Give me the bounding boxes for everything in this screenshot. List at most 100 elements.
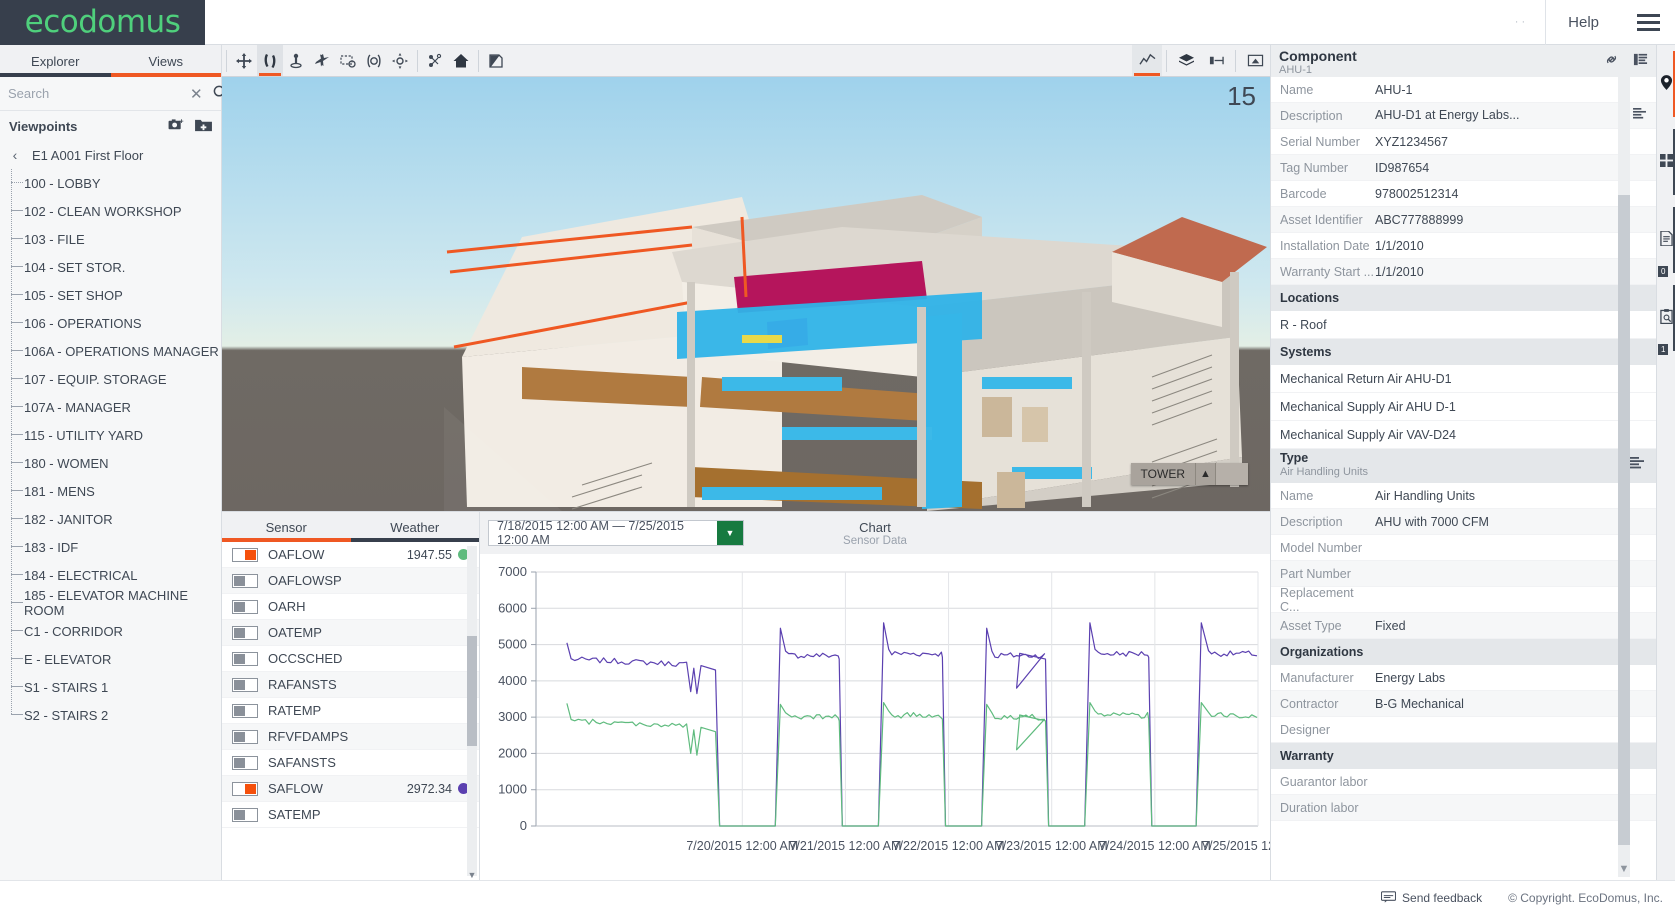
sensor-row[interactable]: RATEMP bbox=[222, 698, 479, 724]
sidebar-item-102-clean-workshop[interactable]: 102 - CLEAN WORKSHOP bbox=[0, 197, 221, 225]
related-item-link[interactable]: Mechanical Return Air AHU-D1 bbox=[1271, 365, 1656, 393]
sensor-toggle[interactable] bbox=[232, 782, 258, 796]
tab-sensor[interactable]: Sensor bbox=[222, 512, 351, 542]
property-row[interactable]: Warranty Start ...1/1/2010 bbox=[1271, 259, 1656, 285]
date-range-picker[interactable]: 7/18/2015 12:00 AM — 7/25/2015 12:00 AM … bbox=[488, 520, 744, 546]
property-row[interactable]: Replacement C... bbox=[1271, 587, 1656, 613]
sensor-toggle[interactable] bbox=[232, 678, 258, 692]
close-icon[interactable]: ✕ bbox=[184, 85, 209, 103]
sensor-toggle[interactable] bbox=[232, 600, 258, 614]
rail-item-apps[interactable] bbox=[1657, 123, 1675, 201]
sensor-row[interactable]: OAFLOW1947.55 bbox=[222, 542, 479, 568]
sensor-list[interactable]: OAFLOW1947.55OAFLOWSPOARHOATEMPOCCSCHED R… bbox=[222, 542, 479, 881]
sensor-toggle[interactable] bbox=[232, 808, 258, 822]
camera-add-icon[interactable]: + bbox=[168, 118, 185, 135]
sidebar-item-s2-stairs-2[interactable]: S2 - STAIRS 2 bbox=[0, 701, 221, 729]
level-control[interactable]: TOWER ▲ bbox=[1131, 463, 1248, 485]
sidebar-item-180-women[interactable]: 180 - WOMEN bbox=[0, 449, 221, 477]
property-row[interactable]: Barcode978002512314 bbox=[1271, 181, 1656, 207]
list-detail-icon[interactable] bbox=[1633, 52, 1648, 70]
property-row[interactable]: DescriptionAHU-D1 at Energy Labs... bbox=[1271, 103, 1656, 129]
collapse-panel-icon[interactable] bbox=[1201, 45, 1231, 76]
viewpoint-root-row[interactable]: ‹ E1 A001 First Floor bbox=[0, 141, 221, 169]
component-scrollbar[interactable] bbox=[1618, 77, 1630, 877]
chevron-left-icon[interactable]: ‹ bbox=[6, 147, 24, 163]
walk-icon[interactable] bbox=[283, 45, 309, 76]
sensor-row[interactable]: SAFLOW2972.34 bbox=[222, 776, 479, 802]
fly-icon[interactable] bbox=[309, 45, 335, 76]
sensor-toggle[interactable] bbox=[232, 548, 258, 562]
sensor-toggle[interactable] bbox=[232, 704, 258, 718]
sensor-row[interactable]: OATEMP bbox=[222, 620, 479, 646]
property-row[interactable]: Guarantor labor bbox=[1271, 769, 1656, 795]
component-scroll-thumb[interactable] bbox=[1618, 195, 1630, 845]
sidebar-item-100-lobby[interactable]: 100 - LOBBY bbox=[0, 169, 221, 197]
sidebar-item-183-idf[interactable]: 183 - IDF bbox=[0, 533, 221, 561]
property-row[interactable]: Tag NumberID987654 bbox=[1271, 155, 1656, 181]
sensor-scroll-thumb[interactable] bbox=[467, 636, 477, 746]
property-row[interactable]: Designer bbox=[1271, 717, 1656, 743]
chart-plot-area[interactable]: 010002000300040005000600070007/20/2015 1… bbox=[480, 554, 1270, 881]
rail-item-issues[interactable]: 1 bbox=[1657, 279, 1675, 357]
section-icon[interactable] bbox=[422, 45, 448, 76]
cut-plane-icon[interactable] bbox=[483, 45, 509, 76]
sensor-row[interactable]: OARH bbox=[222, 594, 479, 620]
sidebar-item-106-operations[interactable]: 106 - OPERATIONS bbox=[0, 309, 221, 337]
property-row[interactable]: ContractorB-G Mechanical bbox=[1271, 691, 1656, 717]
property-row[interactable]: NameAHU-1 bbox=[1271, 77, 1656, 103]
send-feedback-link[interactable]: Send feedback bbox=[1381, 891, 1482, 906]
sidebar-item-184-electrical[interactable]: 184 - ELECTRICAL bbox=[0, 561, 221, 589]
sidebar-item-182-janitor[interactable]: 182 - JANITOR bbox=[0, 505, 221, 533]
sensor-toggle[interactable] bbox=[232, 626, 258, 640]
related-item-link[interactable]: Mechanical Supply Air VAV-D24 bbox=[1271, 421, 1656, 449]
level-control-extra[interactable] bbox=[1216, 463, 1248, 485]
chevron-down-icon[interactable]: ▼ bbox=[1618, 863, 1630, 875]
chevron-down-icon[interactable]: ▼ bbox=[717, 521, 743, 545]
link-icon[interactable] bbox=[1604, 52, 1619, 70]
sensor-row[interactable]: SAFANSTS bbox=[222, 750, 479, 776]
sensor-row[interactable]: OCCSCHED bbox=[222, 646, 479, 672]
zoom-icon[interactable] bbox=[361, 45, 387, 76]
sensor-row[interactable]: SATEMP bbox=[222, 802, 479, 828]
fullscreen-icon[interactable] bbox=[1240, 45, 1270, 76]
app-logo[interactable]: ecodomus bbox=[0, 0, 205, 45]
search-input[interactable] bbox=[8, 86, 184, 101]
rail-item-location[interactable] bbox=[1657, 45, 1675, 123]
property-row[interactable]: Asset IdentifierABC777888999 bbox=[1271, 207, 1656, 233]
rail-item-documents[interactable]: 0 bbox=[1657, 201, 1675, 279]
zoom-window-icon[interactable] bbox=[335, 45, 361, 76]
related-item-link[interactable]: R - Roof bbox=[1271, 311, 1656, 339]
sidebar-item-106a-operations-manager[interactable]: 106A - OPERATIONS MANAGER bbox=[0, 337, 221, 365]
property-row[interactable]: Installation Date1/1/2010 bbox=[1271, 233, 1656, 259]
sidebar-item-103-file[interactable]: 103 - FILE bbox=[0, 225, 221, 253]
property-row[interactable]: NameAir Handling Units bbox=[1271, 483, 1656, 509]
orbit-icon[interactable] bbox=[257, 45, 283, 76]
sensor-toggle[interactable] bbox=[232, 730, 258, 744]
sidebar-item-107a-manager[interactable]: 107A - MANAGER bbox=[0, 393, 221, 421]
pan-icon[interactable] bbox=[231, 45, 257, 76]
sidebar-item-115-utility-yard[interactable]: 115 - UTILITY YARD bbox=[0, 421, 221, 449]
property-row[interactable]: Part Number bbox=[1271, 561, 1656, 587]
tab-explorer[interactable]: Explorer bbox=[0, 45, 111, 77]
date-range-value[interactable]: 7/18/2015 12:00 AM — 7/25/2015 12:00 AM bbox=[489, 521, 717, 545]
property-row[interactable]: Duration labor bbox=[1271, 795, 1656, 821]
property-row[interactable]: Serial NumberXYZ1234567 bbox=[1271, 129, 1656, 155]
sensor-row[interactable]: OAFLOWSP bbox=[222, 568, 479, 594]
sensor-row[interactable]: RFVFDAMPS bbox=[222, 724, 479, 750]
folder-add-icon[interactable] bbox=[195, 117, 212, 135]
sensor-toggle[interactable] bbox=[232, 652, 258, 666]
sensor-toggle[interactable] bbox=[232, 756, 258, 770]
property-row[interactable]: ManufacturerEnergy Labs bbox=[1271, 665, 1656, 691]
sensor-scrollbar[interactable] bbox=[467, 546, 477, 876]
sidebar-item-e-elevator[interactable]: E - ELEVATOR bbox=[0, 645, 221, 673]
hamburger-menu-icon[interactable] bbox=[1621, 0, 1675, 45]
property-row[interactable]: Model Number bbox=[1271, 535, 1656, 561]
pivot-icon[interactable] bbox=[387, 45, 413, 76]
chart-icon[interactable] bbox=[1132, 45, 1162, 76]
layers-icon[interactable] bbox=[1171, 45, 1201, 76]
sidebar-item-185-elevator-machine-room[interactable]: 185 - ELEVATOR MACHINE ROOM bbox=[0, 589, 221, 617]
sidebar-item-181-mens[interactable]: 181 - MENS bbox=[0, 477, 221, 505]
list-detail-icon[interactable] bbox=[1630, 457, 1644, 473]
tab-weather[interactable]: Weather bbox=[351, 512, 480, 542]
property-row[interactable]: DescriptionAHU with 7000 CFM bbox=[1271, 509, 1656, 535]
